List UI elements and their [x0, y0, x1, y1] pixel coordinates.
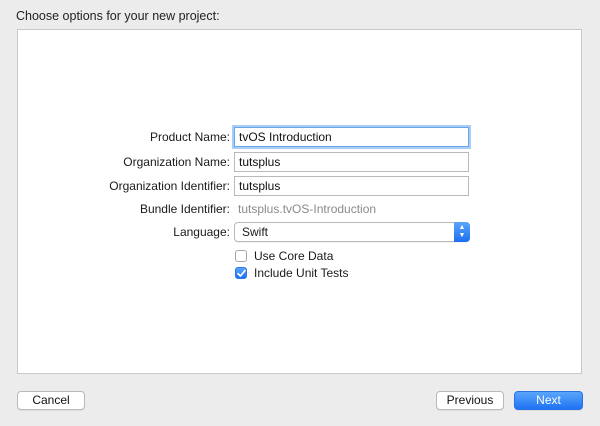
use-core-data-label[interactable]: Use Core Data [254, 249, 333, 264]
organization-name-label: Organization Name: [123, 155, 230, 169]
include-unit-tests-checkbox[interactable] [235, 267, 247, 279]
language-selected-value: Swift [242, 225, 269, 239]
bundle-identifier-row: Bundle Identifier: tutsplus.tvOS-Introdu… [0, 199, 600, 219]
include-unit-tests-label[interactable]: Include Unit Tests [254, 266, 349, 281]
next-button[interactable]: Next [514, 391, 583, 410]
organization-name-field[interactable]: tutsplus [234, 152, 469, 172]
language-row: Language: Swift ▲ ▼ [0, 222, 600, 242]
use-core-data-checkbox[interactable] [235, 250, 247, 262]
organization-identifier-row: Organization Identifier: tutsplus [0, 176, 600, 196]
bundle-identifier-value: tutsplus.tvOS-Introduction [238, 202, 377, 216]
checkmark-icon [237, 269, 246, 277]
product-name-field[interactable]: tvOS Introduction [234, 127, 469, 147]
product-name-row: Product Name: tvOS Introduction [0, 127, 600, 147]
organization-identifier-label: Organization Identifier: [109, 179, 230, 193]
bundle-identifier-label: Bundle Identifier: [139, 202, 230, 216]
language-select[interactable]: Swift ▲ ▼ [234, 222, 470, 242]
cancel-button[interactable]: Cancel [17, 391, 85, 410]
language-label: Language: [173, 225, 230, 239]
organization-name-row: Organization Name: tutsplus [0, 152, 600, 172]
select-stepper-icon: ▲ ▼ [454, 222, 470, 242]
product-name-label: Product Name: [149, 130, 230, 144]
previous-button[interactable]: Previous [436, 391, 504, 410]
organization-identifier-field[interactable]: tutsplus [234, 176, 469, 196]
dialog-title: Choose options for your new project: [16, 9, 220, 23]
